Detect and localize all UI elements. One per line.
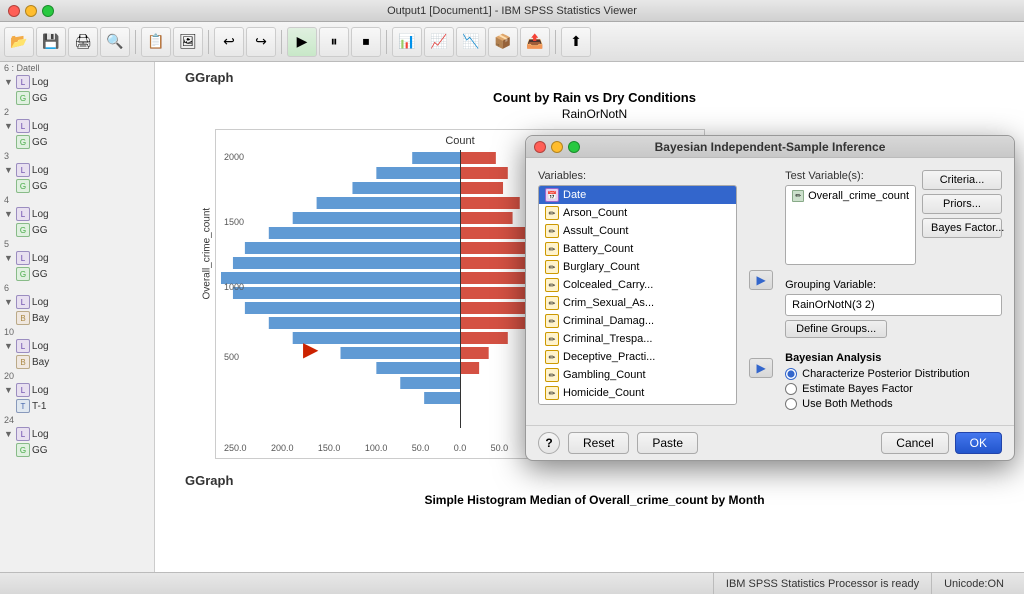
list-item-crimsexual[interactable]: ✏ Crim_Sexual_As...: [539, 294, 736, 312]
var-icon-crimtrespa: ✏: [545, 332, 559, 346]
side-buttons-area: Test Variable(s): ✏ Overall_crime_count …: [785, 170, 1002, 271]
dialog-close-button[interactable]: [534, 141, 546, 153]
variables-label: Variables:: [538, 170, 737, 182]
bayesian-dialog: Bayesian Independent-Sample Inference Va…: [525, 135, 1015, 461]
reset-button[interactable]: Reset: [568, 432, 629, 454]
list-item-arson-label: Arson_Count: [563, 207, 627, 219]
list-item-humantraffic[interactable]: ✏ Human_Trafficin...: [539, 402, 736, 405]
date-icon: 📅: [545, 188, 559, 202]
bayes-factor-button[interactable]: Bayes Factor...: [922, 218, 1002, 238]
list-item-crimsexual-label: Crim_Sexual_As...: [563, 297, 654, 309]
list-item-concealed[interactable]: ✏ Colcealed_Carry...: [539, 276, 736, 294]
radio-both-input[interactable]: [785, 398, 797, 410]
list-item-concealed-label: Colcealed_Carry...: [563, 279, 653, 291]
list-item-battery-label: Battery_Count: [563, 243, 633, 255]
grouping-value: RainOrNotN(3 2): [792, 299, 875, 311]
list-item-burglary[interactable]: ✏ Burglary_Count: [539, 258, 736, 276]
list-item-crimdamag-label: Criminal_Damag...: [563, 315, 654, 327]
var-icon-battery: ✏: [545, 242, 559, 256]
test-var-label: Overall_crime_count: [808, 190, 909, 202]
bayesian-analysis-title: Bayesian Analysis: [785, 352, 1002, 364]
priors-button[interactable]: Priors...: [922, 194, 1002, 214]
grouping-label: Grouping Variable:: [785, 279, 1002, 291]
list-item-gambling-label: Gambling_Count: [563, 369, 646, 381]
list-item-crimdamag[interactable]: ✏ Criminal_Damag...: [539, 312, 736, 330]
move-to-grouping-button[interactable]: ▶: [749, 358, 773, 378]
var-icon-humantraffic: ✏: [545, 404, 559, 405]
dialog-columns: Variables: 📅 Date ✏ Arson_Count ✏ Assul: [538, 170, 1002, 413]
radio-characterize[interactable]: Characterize Posterior Distribution: [785, 368, 1002, 380]
move-to-test-button[interactable]: ▶: [749, 270, 773, 290]
list-item-burglary-label: Burglary_Count: [563, 261, 639, 273]
ok-button[interactable]: OK: [955, 432, 1002, 454]
list-item-crimtrespa-label: Criminal_Trespa...: [563, 333, 652, 345]
list-item-homicide-label: Homicide_Count: [563, 387, 644, 399]
list-item-gambling[interactable]: ✏ Gambling_Count: [539, 366, 736, 384]
dialog-title: Bayesian Independent-Sample Inference: [655, 140, 886, 154]
test-var-item: ✏ Overall_crime_count: [792, 189, 909, 203]
dialog-footer: ? Reset Paste Cancel OK: [526, 425, 1014, 460]
list-item-assult[interactable]: ✏ Assult_Count: [539, 222, 736, 240]
paste-button[interactable]: Paste: [637, 432, 698, 454]
radio-estimate-label: Estimate Bayes Factor: [802, 383, 913, 395]
radio-estimate-input[interactable]: [785, 383, 797, 395]
test-variables-box[interactable]: ✏ Overall_crime_count: [785, 185, 916, 265]
list-item-crimtrespa[interactable]: ✏ Criminal_Trespa...: [539, 330, 736, 348]
side-buttons: Criteria... Priors... Bayes Factor...: [922, 170, 1002, 271]
dialog-titlebar: Bayesian Independent-Sample Inference: [526, 136, 1014, 158]
bayesian-analysis-section: Bayesian Analysis Characterize Posterior…: [785, 352, 1002, 410]
var-icon-gambling: ✏: [545, 368, 559, 382]
var-icon-burglary: ✏: [545, 260, 559, 274]
footer-left-buttons: ? Reset Paste: [538, 432, 698, 454]
radio-estimate[interactable]: Estimate Bayes Factor: [785, 383, 1002, 395]
dialog-controls[interactable]: [534, 141, 580, 153]
list-item-date-label: Date: [563, 189, 586, 201]
list-item-battery[interactable]: ✏ Battery_Count: [539, 240, 736, 258]
dialog-max-button[interactable]: [568, 141, 580, 153]
footer-right-buttons: Cancel OK: [881, 432, 1002, 454]
right-column: Test Variable(s): ✏ Overall_crime_count …: [785, 170, 1002, 413]
define-groups-button[interactable]: Define Groups...: [785, 320, 887, 338]
test-var-icon: ✏: [792, 190, 804, 202]
dialog-overlay: Bayesian Independent-Sample Inference Va…: [0, 0, 1024, 594]
list-item-arson[interactable]: ✏ Arson_Count: [539, 204, 736, 222]
var-icon-deceptive: ✏: [545, 350, 559, 364]
test-variables-label: Test Variable(s):: [785, 170, 916, 182]
radio-characterize-input[interactable]: [785, 368, 797, 380]
arrow-buttons: ▶ ▶: [745, 170, 777, 413]
var-icon-arson: ✏: [545, 206, 559, 220]
variables-list[interactable]: 📅 Date ✏ Arson_Count ✏ Assult_Count ✏: [538, 185, 737, 405]
list-item-homicide[interactable]: ✏ Homicide_Count: [539, 384, 736, 402]
dialog-min-button[interactable]: [551, 141, 563, 153]
var-icon-crimsexual: ✏: [545, 296, 559, 310]
define-groups-area: Define Groups...: [785, 320, 1002, 344]
list-item-assult-label: Assult_Count: [563, 225, 628, 237]
radio-characterize-label: Characterize Posterior Distribution: [802, 368, 970, 380]
list-item-deceptive-label: Deceptive_Practi...: [563, 351, 655, 363]
grouping-box[interactable]: RainOrNotN(3 2): [785, 294, 1002, 316]
dialog-body: Variables: 📅 Date ✏ Arson_Count ✏ Assul: [526, 158, 1014, 425]
cancel-button[interactable]: Cancel: [881, 432, 948, 454]
radio-both-label: Use Both Methods: [802, 398, 893, 410]
criteria-button[interactable]: Criteria...: [922, 170, 1002, 190]
right-fields: Test Variable(s): ✏ Overall_crime_count: [785, 170, 916, 271]
list-item-date[interactable]: 📅 Date: [539, 186, 736, 204]
var-icon-homicide: ✏: [545, 386, 559, 400]
help-button[interactable]: ?: [538, 432, 560, 454]
list-item-deceptive[interactable]: ✏ Deceptive_Practi...: [539, 348, 736, 366]
var-icon-concealed: ✏: [545, 278, 559, 292]
var-icon-assult: ✏: [545, 224, 559, 238]
radio-both[interactable]: Use Both Methods: [785, 398, 1002, 410]
var-icon-crimdamag: ✏: [545, 314, 559, 328]
variables-column: Variables: 📅 Date ✏ Arson_Count ✏ Assul: [538, 170, 737, 413]
